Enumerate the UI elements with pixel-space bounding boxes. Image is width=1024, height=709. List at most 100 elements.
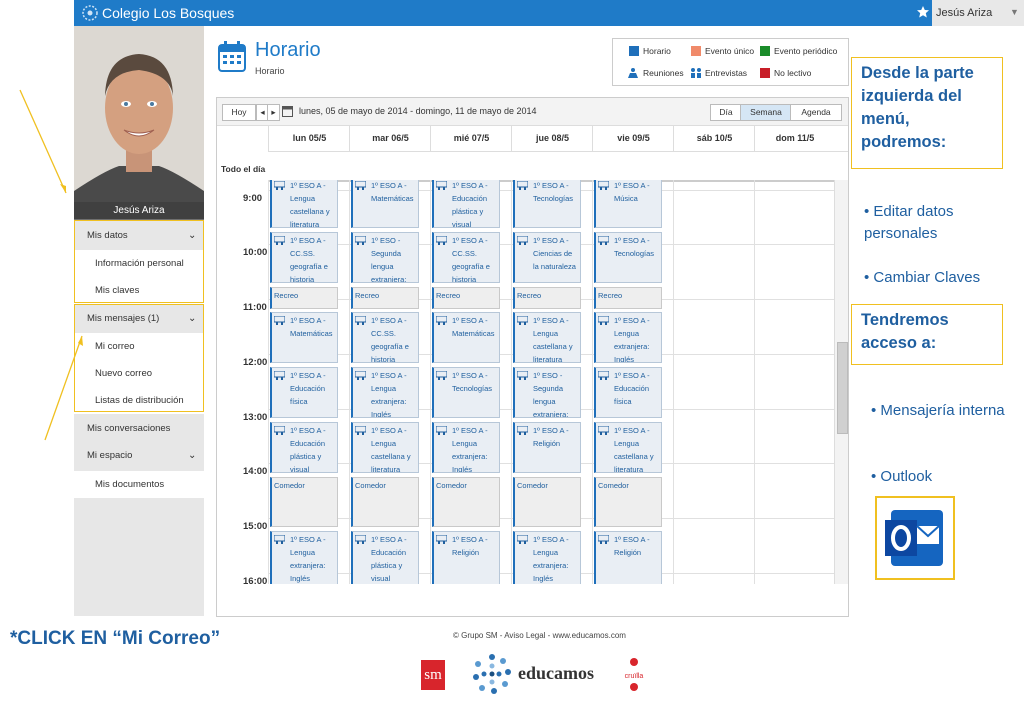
calendar-event[interactable]: 1º ESO A - Lengua extranjera: Inglés [432, 422, 500, 473]
breadcrumb: Horario [255, 66, 285, 76]
calendar-event[interactable]: 1º ESO A - Lengua extranjera: Inglés [513, 531, 581, 584]
calendar-event[interactable]: 1º ESO A - Tecnologías [594, 232, 662, 283]
calendar-event[interactable]: Comedor [351, 477, 419, 527]
event-title: 1º ESO A - Lengua castellana y literatur… [533, 316, 573, 363]
event-title: 1º ESO A - Religión [533, 426, 569, 448]
event-title: 1º ESO A - CC.SS. geografía e historia [452, 236, 490, 283]
class-icon [598, 316, 609, 325]
calendar-event[interactable]: 1º ESO A - Religión [594, 531, 662, 584]
event-title: 1º ESO A - CC.SS. geografía e historia [290, 236, 328, 283]
educamos-logo-text: educamos [518, 663, 594, 683]
calendar-event[interactable]: Recreo [351, 287, 419, 309]
calendar-event[interactable]: 1º ESO A - Matemáticas [351, 180, 419, 228]
event-title: 1º ESO A - Tecnologías [614, 236, 655, 258]
calendar-event[interactable]: Comedor [594, 477, 662, 527]
event-title: 1º ESO A - CC.SS. geografía e historia [371, 316, 409, 363]
calendar-event[interactable]: Comedor [270, 477, 338, 527]
legend-item: No lectivo [760, 68, 811, 78]
event-title: Recreo [355, 291, 380, 300]
calendar-event[interactable]: 1º ESO A - Matemáticas [432, 312, 500, 363]
calendar-event[interactable]: 1º ESO A - CC.SS. geografía e historia [270, 232, 338, 283]
day-column-line [268, 180, 269, 584]
all-day-row[interactable] [268, 151, 848, 182]
event-title: 1º ESO A - Tecnologías [533, 181, 574, 203]
week-grid[interactable]: 9:00 10:00 11:00 12:00 13:00 14:00 15:00 16:00 1… [217, 180, 834, 584]
date-range: lunes, 05 de mayo de 2014 - domingo, 11 … [299, 106, 537, 116]
event-title: Recreo [274, 291, 299, 300]
view-day-button[interactable]: Día [710, 104, 742, 121]
svg-text:cruïlla: cruïlla [625, 673, 644, 680]
legend-item: Entrevistas [691, 68, 747, 78]
calendar-event[interactable]: 1º ESO A - Religión [432, 531, 500, 584]
calendar-event[interactable]: 1º ESO A - CC.SS. geografía e historia [351, 312, 419, 363]
calendar-event[interactable]: Comedor [513, 477, 581, 527]
event-title: Comedor [598, 481, 629, 490]
calendar-event[interactable]: 1º ESO A - Matemáticas [270, 312, 338, 363]
calendar-event[interactable]: 1º ESO A - Lengua castellana y literatur… [270, 180, 338, 228]
event-title: 1º ESO - Segunda lengua extranjera: Fran… [533, 371, 569, 418]
event-title: Recreo [598, 291, 623, 300]
event-title: Recreo [517, 291, 542, 300]
calendar-event[interactable]: 1º ESO - Segunda lengua extranjera: Fran… [351, 232, 419, 283]
event-title: Recreo [436, 291, 461, 300]
day-column-line [349, 180, 350, 584]
calendar-event[interactable]: 1º ESO A - Lengua castellana y literatur… [594, 422, 662, 473]
date-picker-icon[interactable] [282, 105, 293, 117]
day-header: mar 06/5 [349, 125, 431, 151]
calendar-event[interactable]: 1º ESO A - Educación plástica y visual [270, 422, 338, 473]
calendar-event[interactable]: 1º ESO A - Tecnologías [432, 367, 500, 418]
calendar-event[interactable]: Recreo [270, 287, 338, 309]
today-button[interactable]: Hoy [222, 104, 256, 121]
event-title: 1º ESO A - Ciencias de la naturaleza [533, 236, 576, 271]
cruilla-logo-icon: cruïlla [625, 658, 644, 691]
event-title: 1º ESO A - Lengua extranjera: Inglés [290, 535, 326, 583]
next-week-button[interactable]: ▸ [267, 104, 280, 121]
scrollbar-thumb[interactable] [837, 342, 848, 434]
calendar-event[interactable]: 1º ESO A - Educación plástica y visual [432, 180, 500, 228]
bullet-mensajeria: • Mensajería interna [871, 402, 1005, 419]
calendar-event[interactable]: 1º ESO A - Tecnologías [513, 180, 581, 228]
outlook-logo[interactable] [875, 496, 955, 580]
calendar-event[interactable]: 1º ESO A - Educación física [594, 367, 662, 418]
calendar-event[interactable]: Comedor [432, 477, 500, 527]
event-title: 1º ESO A - Lengua extranjera: Inglés [371, 371, 407, 418]
educamos-logo-icon [473, 654, 511, 694]
class-icon [274, 316, 285, 325]
event-title: 1º ESO A - Educación plástica y visual [452, 181, 488, 228]
calendar-event[interactable]: 1º ESO A - Lengua extranjera: Inglés [351, 367, 419, 418]
calendar-event[interactable]: 1º ESO A - Educación física [270, 367, 338, 418]
calendar-event[interactable]: 1º ESO A - Lengua castellana y literatur… [513, 312, 581, 363]
class-icon [598, 535, 609, 544]
event-title: Comedor [355, 481, 386, 490]
view-agenda-button[interactable]: Agenda [790, 104, 842, 121]
class-icon [274, 535, 285, 544]
class-icon [436, 371, 447, 380]
calendar-event[interactable]: Recreo [594, 287, 662, 309]
calendar-event[interactable]: 1º ESO A - Religión [513, 422, 581, 473]
calendar-event[interactable]: 1º ESO A - Ciencias de la naturaleza [513, 232, 581, 283]
outlook-icon [885, 510, 943, 566]
day-header: vie 09/5 [592, 125, 674, 151]
calendar-event[interactable]: 1º ESO - Segunda lengua extranjera: Fran… [513, 367, 581, 418]
calendar-icon [218, 41, 246, 72]
event-title: 1º ESO A - Lengua extranjera: Inglés [533, 535, 569, 583]
day-header: mié 07/5 [430, 125, 512, 151]
class-icon [517, 316, 528, 325]
event-title: 1º ESO A - Música [614, 181, 650, 203]
footer-text[interactable]: © Grupo SM - Aviso Legal - www.educamos.… [453, 631, 626, 640]
calendar-event[interactable]: 1º ESO A - Educación plástica y visual [351, 531, 419, 584]
scrollbar[interactable] [834, 180, 848, 584]
calendar-event[interactable]: Recreo [513, 287, 581, 309]
class-icon [517, 426, 528, 435]
calendar-event[interactable]: Recreo [432, 287, 500, 309]
view-week-button[interactable]: Semana [740, 104, 792, 121]
page-title: Horario [255, 39, 321, 61]
bullet-cambiar-claves: • Cambiar Claves [864, 269, 981, 286]
calendar-event[interactable]: 1º ESO A - CC.SS. geografía e historia [432, 232, 500, 283]
calendar-event[interactable]: 1º ESO A - Música [594, 180, 662, 228]
calendar-event[interactable]: 1º ESO A - Lengua castellana y literatur… [351, 422, 419, 473]
calendar-event[interactable]: 1º ESO A - Lengua extranjera: Inglés [270, 531, 338, 584]
legend-item: Evento periódico [760, 46, 837, 56]
calendar-event[interactable]: 1º ESO A - Lengua extranjera: Inglés [594, 312, 662, 363]
class-icon [355, 316, 366, 325]
